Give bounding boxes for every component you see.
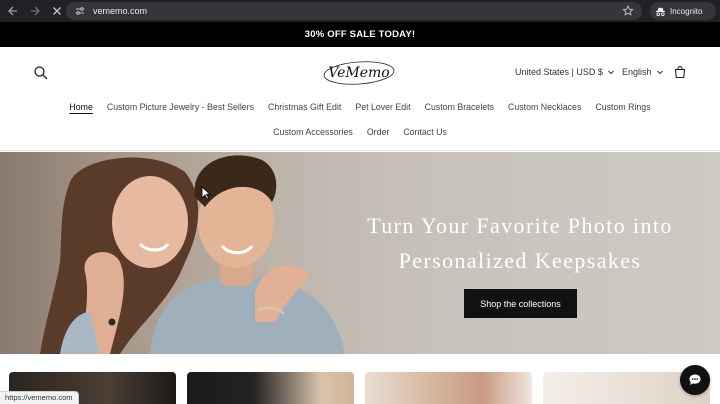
cart-icon[interactable] <box>673 65 687 79</box>
announcement-text: 30% OFF SALE TODAY! <box>304 29 416 40</box>
chevron-down-icon <box>608 70 614 75</box>
forward-arrow-icon <box>31 6 40 16</box>
country-selector[interactable]: United States | USD $ <box>515 67 615 77</box>
search-icon[interactable] <box>33 65 49 81</box>
collection-card[interactable] <box>187 372 354 404</box>
nav-item-pet-lover-edit[interactable]: Pet Lover Edit <box>355 102 410 112</box>
hero-headline-line-1: Turn Your Favorite Photo into <box>367 213 673 238</box>
incognito-badge[interactable]: Incognito <box>650 2 716 20</box>
hero-headline: Turn Your Favorite Photo into Personaliz… <box>352 208 688 278</box>
nav-item-custom-bracelets[interactable]: Custom Bracelets <box>425 102 494 112</box>
nav-item-custom-rings[interactable]: Custom Rings <box>595 102 650 112</box>
stop-loading-icon <box>53 7 61 15</box>
chat-bubble-icon <box>689 374 701 385</box>
shop-collections-button[interactable]: Shop the collections <box>464 289 577 318</box>
chevron-down-icon <box>656 70 663 75</box>
chat-button[interactable] <box>680 365 710 395</box>
incognito-label: Incognito <box>670 6 703 16</box>
stop-loading-button[interactable] <box>48 2 66 20</box>
nav-item-home[interactable]: Home <box>69 102 92 112</box>
address-bar[interactable]: vememo.com <box>66 2 642 20</box>
collection-strip <box>0 354 720 404</box>
site-header: VeMemo United States | USD $ English Hom… <box>0 47 720 151</box>
logo-text: VeMemo <box>328 65 389 81</box>
nav-item-custom-necklaces[interactable]: Custom Necklaces <box>508 102 581 112</box>
back-arrow-icon <box>8 6 17 16</box>
nav-item-custom-accessories[interactable]: Custom Accessories <box>273 127 353 137</box>
bookmark-star-icon[interactable] <box>622 5 634 17</box>
language-selector[interactable]: English <box>622 67 664 77</box>
country-label: United States | USD $ <box>515 67 603 77</box>
nav-item-best-sellers[interactable]: Custom Picture Jewelry - Best Sellers <box>107 102 254 112</box>
main-nav-row-1: Home Custom Picture Jewelry - Best Selle… <box>0 102 720 112</box>
mouse-cursor-icon <box>201 186 211 200</box>
hero-headline-line-2: Personalized Keepsakes <box>398 248 642 273</box>
incognito-icon <box>655 7 666 16</box>
nav-item-order[interactable]: Order <box>367 127 390 137</box>
browser-toolbar: vememo.com Incognito <box>0 0 720 22</box>
hero-couple-image <box>40 155 345 354</box>
nav-item-christmas-gift-edit[interactable]: Christmas Gift Edit <box>268 102 341 112</box>
main-nav-row-2: Custom Accessories Order Contact Us <box>0 127 720 137</box>
nav-item-contact-us[interactable]: Contact Us <box>403 127 447 137</box>
status-bar-url: https://vememo.com <box>0 391 79 404</box>
vememo-logo[interactable]: VeMemo <box>322 57 396 87</box>
language-label: English <box>622 67 652 77</box>
announcement-bar: 30% OFF SALE TODAY! <box>0 22 720 47</box>
hero-banner: Turn Your Favorite Photo into Personaliz… <box>0 152 720 354</box>
url-text: vememo.com <box>93 6 148 16</box>
forward-button[interactable] <box>26 2 44 20</box>
back-button[interactable] <box>4 2 22 20</box>
collection-card[interactable] <box>365 372 532 404</box>
site-info-icon[interactable] <box>73 4 87 18</box>
